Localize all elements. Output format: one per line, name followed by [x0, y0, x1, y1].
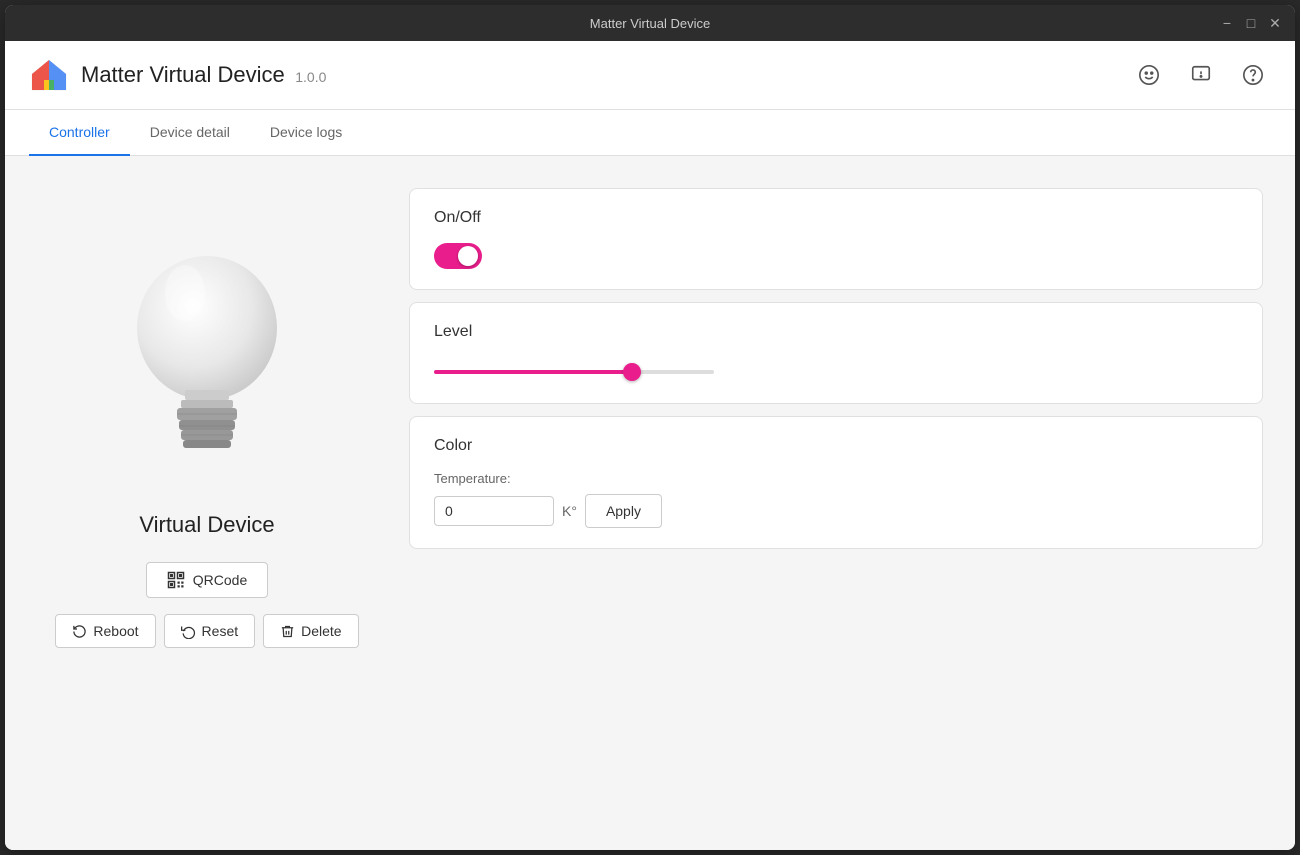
onoff-title: On/Off: [434, 209, 1238, 227]
close-button[interactable]: ✕: [1267, 15, 1283, 31]
color-card: Color Temperature: K° Apply: [409, 416, 1263, 549]
level-card: Level: [409, 302, 1263, 404]
app-version: 1.0.0: [295, 69, 326, 85]
color-title: Color: [434, 437, 1238, 455]
color-temp-row: K° Apply: [434, 494, 1238, 528]
feedback-icon: [1190, 64, 1212, 86]
right-panel: On/Off Level Colo: [409, 188, 1263, 818]
app-title: Matter Virtual Device: [81, 62, 285, 87]
tab-device-detail[interactable]: Device detail: [130, 110, 250, 156]
titlebar-title: Matter Virtual Device: [590, 16, 710, 31]
toggle-track: [434, 243, 482, 269]
delete-icon: [280, 624, 295, 639]
minimize-button[interactable]: −: [1219, 15, 1235, 31]
onoff-toggle[interactable]: [434, 243, 482, 269]
reset-button[interactable]: Reset: [164, 614, 256, 648]
app-header-left: Matter Virtual Device 1.0.0: [29, 55, 326, 95]
reset-label: Reset: [202, 623, 239, 639]
content-area: Virtual Device QRCode: [5, 156, 1295, 850]
help-icon: [1242, 64, 1264, 86]
smiley-icon: [1138, 64, 1160, 86]
feedback-button[interactable]: [1183, 57, 1219, 93]
qrcode-icon: [167, 571, 185, 589]
delete-label: Delete: [301, 623, 341, 639]
onoff-card: On/Off: [409, 188, 1263, 290]
app-window: Matter Virtual Device − □ ✕: [5, 5, 1295, 850]
left-panel: Virtual Device QRCode: [37, 188, 377, 818]
restore-button[interactable]: □: [1243, 15, 1259, 31]
light-bulb-icon: [117, 238, 297, 478]
app-header-right: [1131, 57, 1271, 93]
app-header: Matter Virtual Device 1.0.0: [5, 41, 1295, 110]
temperature-input[interactable]: [434, 496, 554, 526]
reboot-icon: [72, 624, 87, 639]
delete-button[interactable]: Delete: [263, 614, 358, 648]
help-button[interactable]: [1235, 57, 1271, 93]
slider-wrapper: [434, 357, 1238, 383]
titlebar-controls: − □ ✕: [1219, 15, 1283, 31]
tab-controller[interactable]: Controller: [29, 110, 130, 156]
tabs-bar: Controller Device detail Device logs: [5, 110, 1295, 156]
apply-button[interactable]: Apply: [585, 494, 662, 528]
titlebar: Matter Virtual Device − □ ✕: [5, 5, 1295, 41]
temp-label: Temperature:: [434, 471, 1238, 486]
toggle-wrapper: [434, 243, 1238, 269]
bulb-container: [107, 228, 307, 488]
level-title: Level: [434, 323, 1238, 341]
reboot-label: Reboot: [93, 623, 138, 639]
reboot-button[interactable]: Reboot: [55, 614, 155, 648]
temperature-unit: K°: [562, 503, 577, 519]
toggle-thumb: [458, 246, 478, 266]
app-title-group: Matter Virtual Device 1.0.0: [81, 62, 326, 88]
device-name: Virtual Device: [139, 512, 274, 538]
tab-device-logs[interactable]: Device logs: [250, 110, 362, 156]
level-slider[interactable]: [434, 370, 714, 374]
smiley-button[interactable]: [1131, 57, 1167, 93]
app-logo: [29, 55, 69, 95]
reset-icon: [181, 624, 196, 639]
qrcode-label: QRCode: [193, 572, 247, 588]
action-buttons: Reboot Reset: [55, 614, 358, 648]
qrcode-button[interactable]: QRCode: [146, 562, 268, 598]
